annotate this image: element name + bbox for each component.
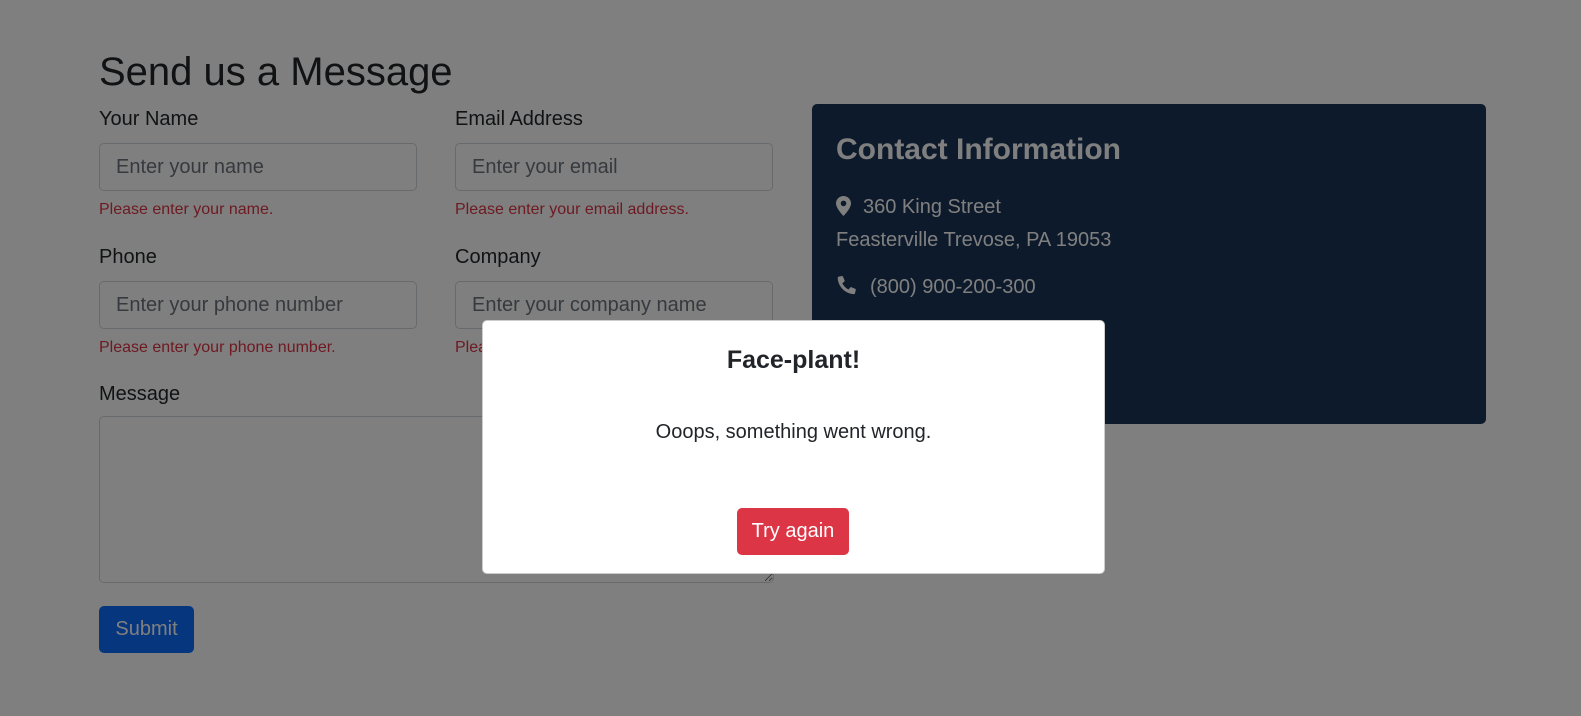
modal-message: Ooops, something went wrong. bbox=[655, 421, 932, 443]
contact-page: Send us a Message Your Name Please enter… bbox=[0, 0, 1581, 716]
try-again-button[interactable]: Try again bbox=[737, 508, 849, 555]
modal-title: Face-plant! bbox=[726, 346, 861, 374]
error-modal: Face-plant! Ooops, something went wrong.… bbox=[482, 320, 1105, 574]
